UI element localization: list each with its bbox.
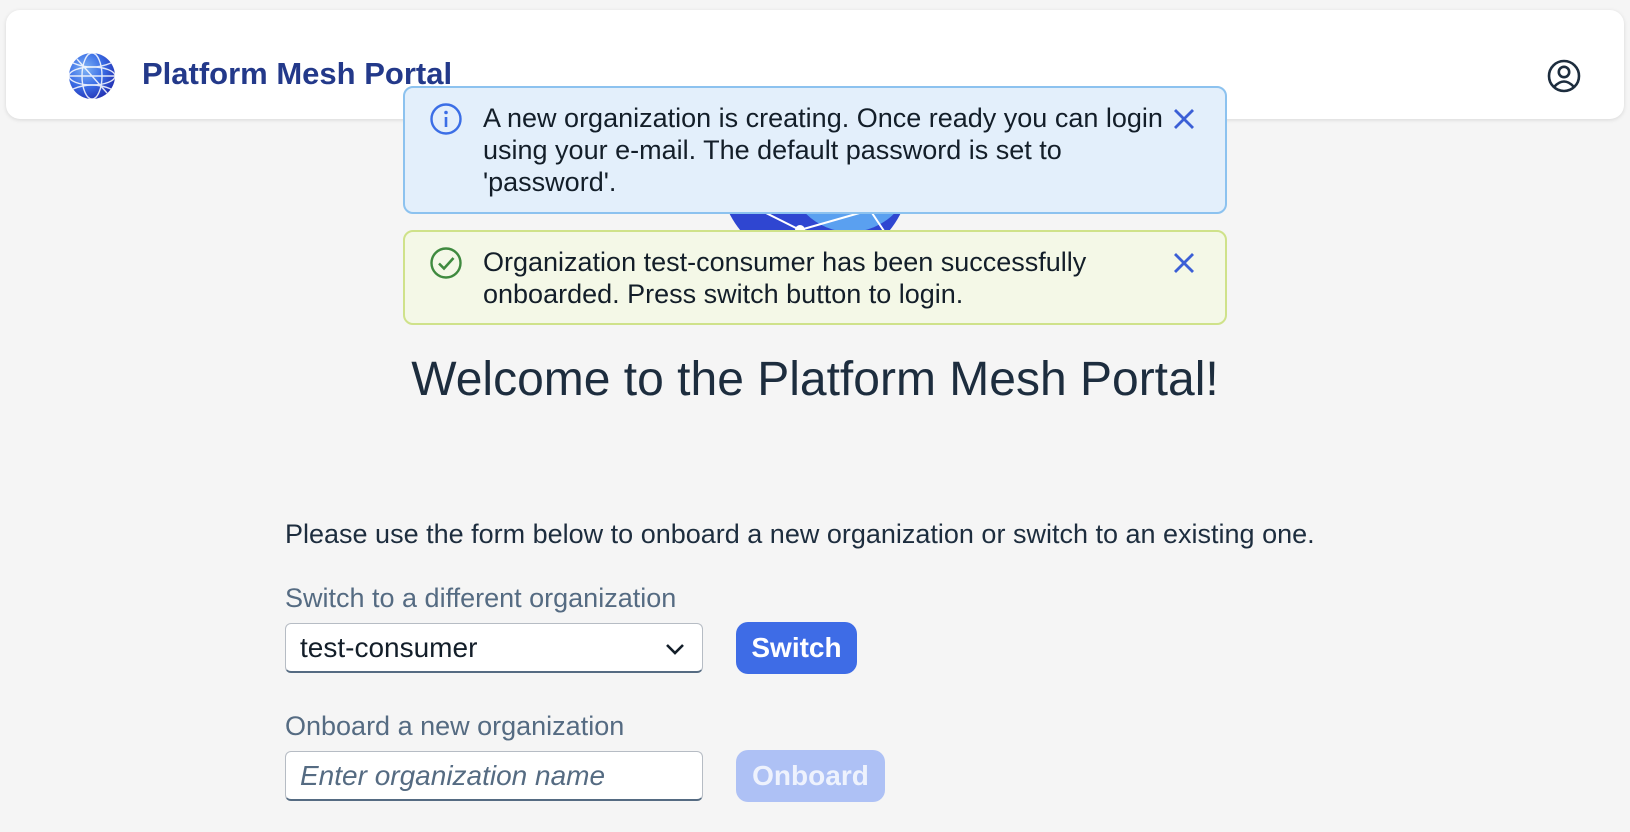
intro-text: Please use the form below to onboard a n… [285,519,1315,549]
chevron-down-icon[interactable] [664,638,686,660]
close-icon[interactable] [1169,104,1199,134]
info-message-strip: A new organization is creating. Once rea… [403,86,1227,214]
info-icon [429,102,463,136]
app-title[interactable]: Platform Mesh Portal [142,56,452,92]
onboard-button[interactable]: Onboard [736,750,885,802]
selected-organization: test-consumer [300,632,478,663]
success-message-text: Organization test-consumer has been succ… [483,247,1087,309]
close-icon[interactable] [1169,248,1199,278]
organization-name-input[interactable] [285,751,703,801]
onboard-org-label: Onboard a new organization [285,711,625,741]
check-circle-icon [429,246,463,280]
globe-logo-icon[interactable] [67,51,117,101]
user-circle-icon[interactable] [1544,56,1584,96]
switch-org-label: Switch to a different organization [285,583,677,613]
info-message-text: A new organization is creating. Once rea… [483,103,1163,197]
welcome-title: Welcome to the Platform Mesh Portal! [411,353,1219,406]
organization-select[interactable]: test-consumer [285,623,703,673]
success-message-strip: Organization test-consumer has been succ… [403,230,1227,325]
switch-button[interactable]: Switch [736,622,857,674]
